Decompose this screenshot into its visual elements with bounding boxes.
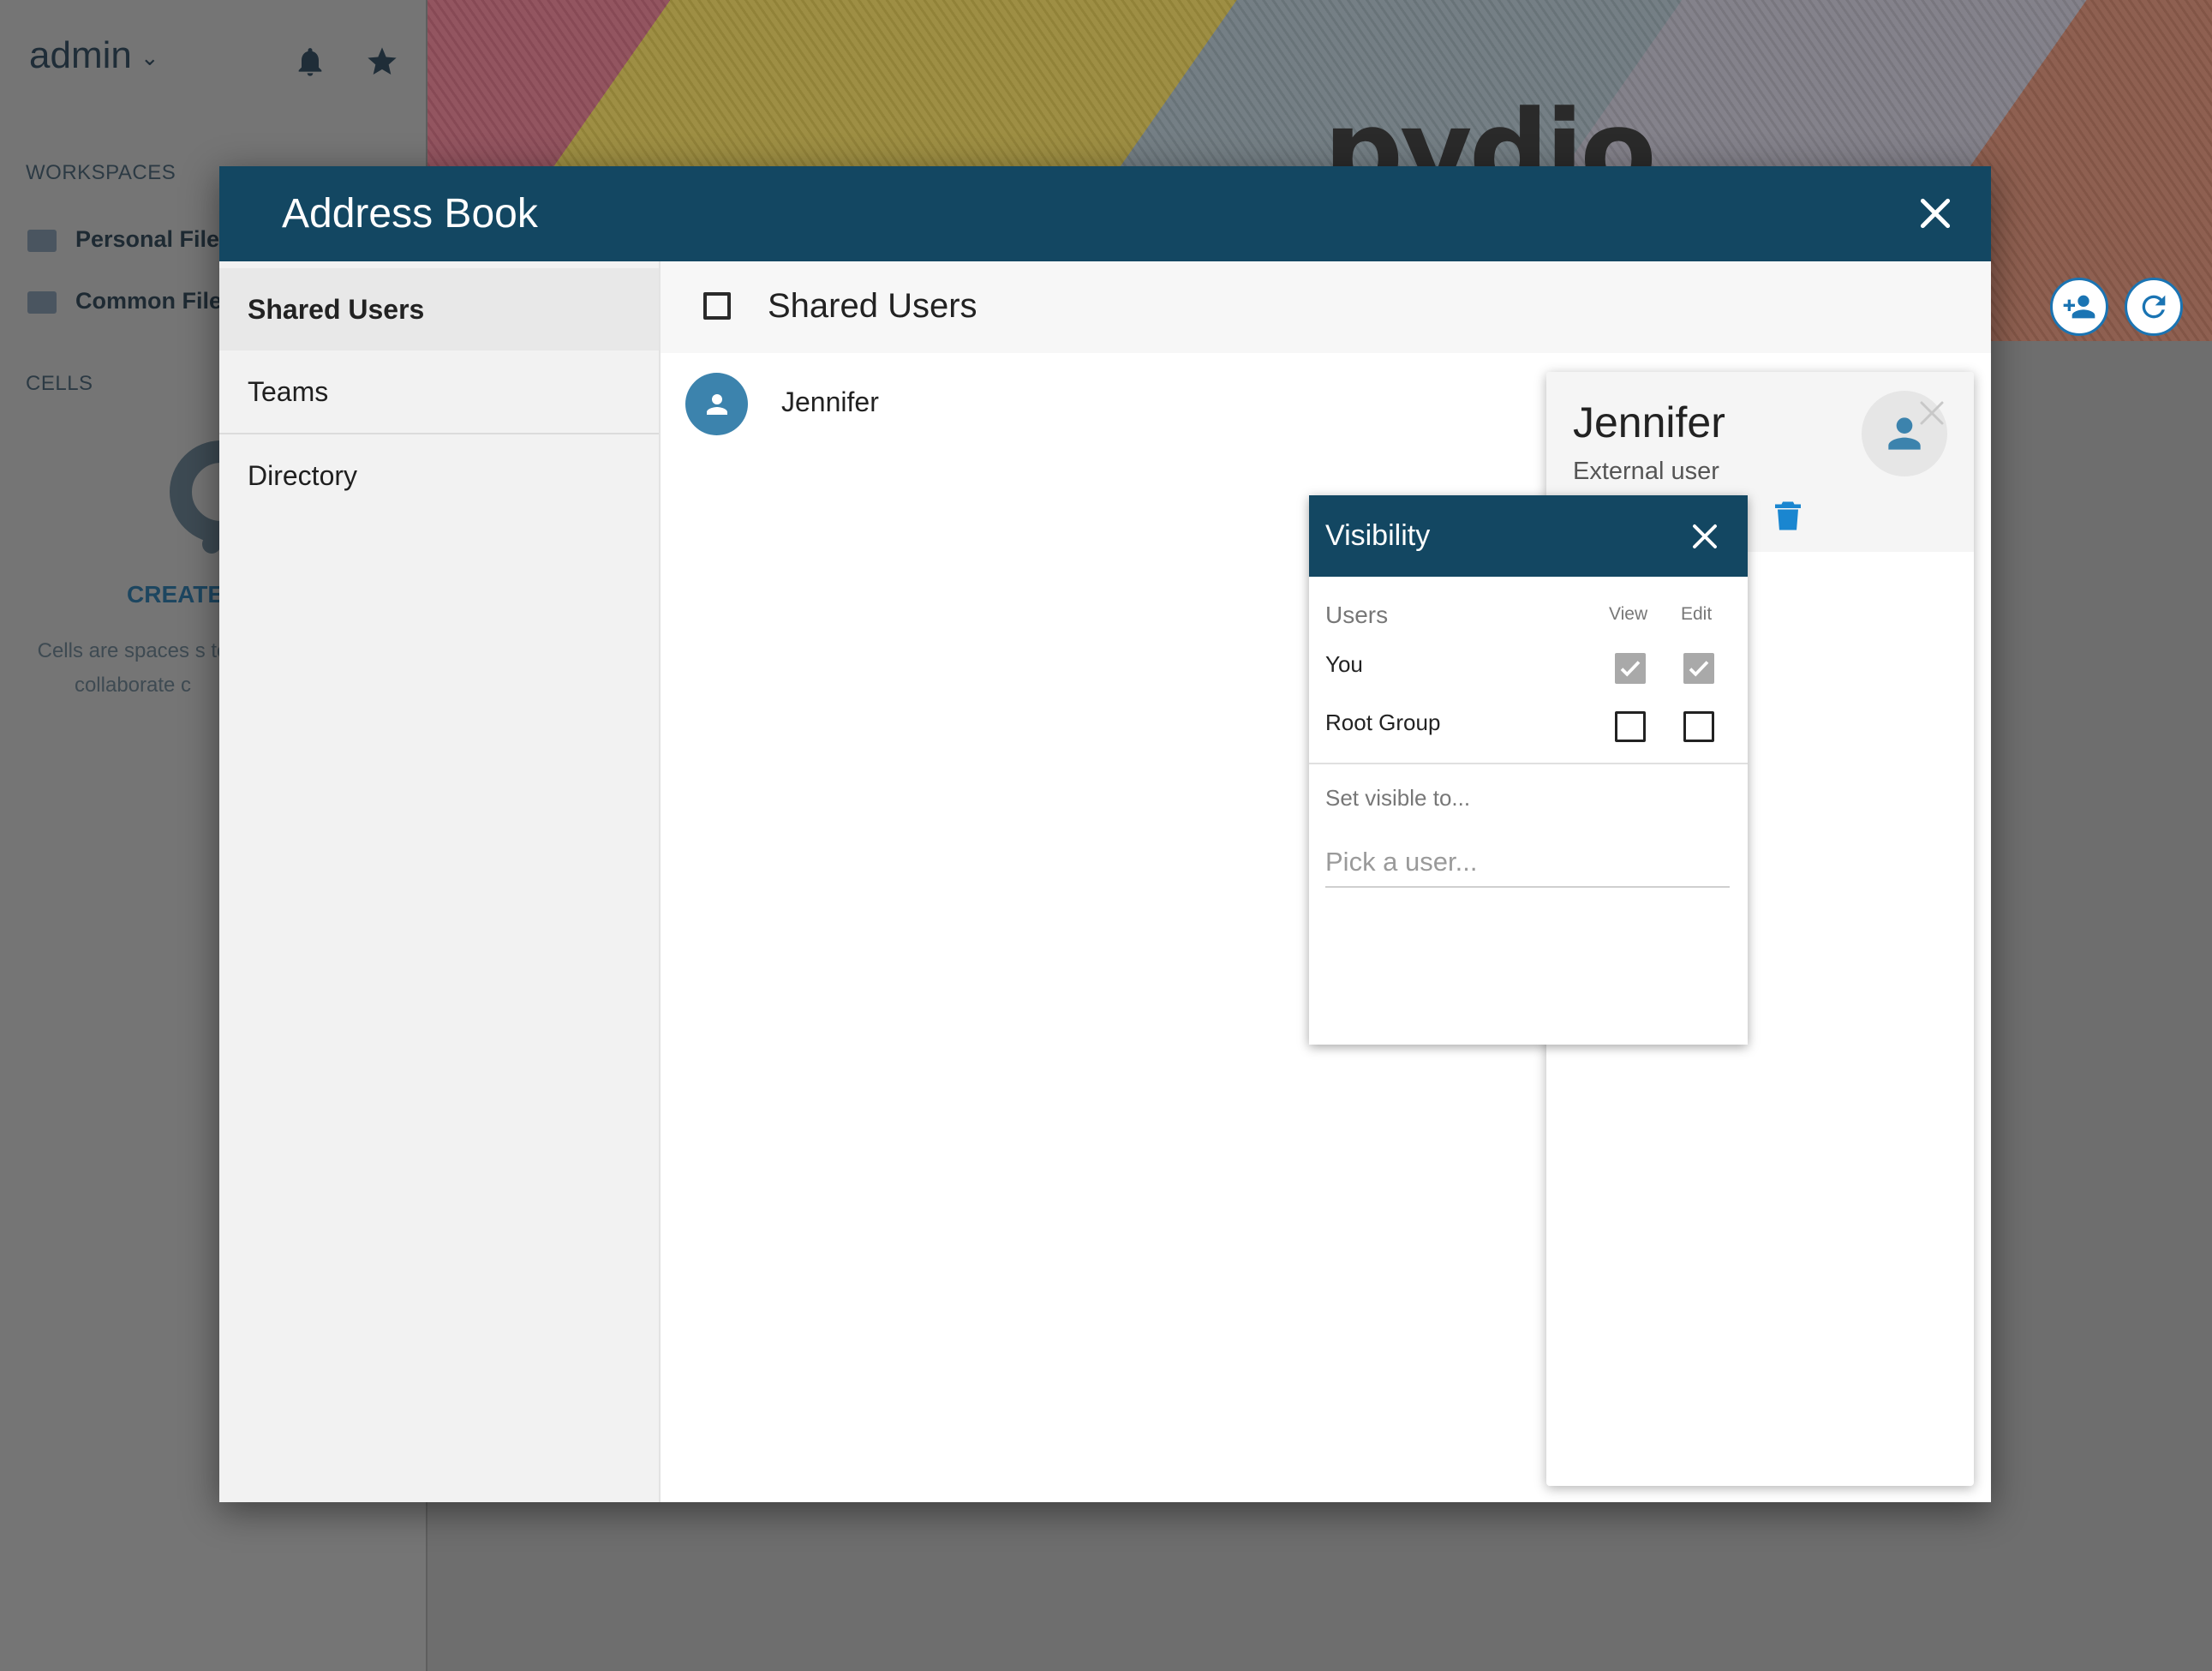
delete-icon[interactable] (1775, 500, 1801, 531)
user-picker-input[interactable] (1325, 838, 1730, 888)
folder-icon (27, 290, 57, 314)
refresh-icon (2142, 295, 2166, 319)
close-icon[interactable] (1914, 192, 1957, 235)
list-toolbar: Shared Users (661, 261, 2183, 353)
create-cell-button[interactable]: CREATE (127, 581, 224, 608)
view-checkbox[interactable] (1615, 711, 1646, 742)
cells-description: Cells are spaces s to collaborate c (37, 639, 229, 697)
workspace-personal-files[interactable]: Personal Files (27, 226, 232, 253)
divider (1309, 763, 1748, 764)
edit-checkbox[interactable] (1683, 711, 1714, 742)
select-all-checkbox[interactable] (703, 292, 731, 320)
nav-item-directory[interactable]: Directory (219, 434, 659, 517)
visibility-header: Visibility (1309, 495, 1748, 577)
card-user-name: Jennifer (1573, 398, 1725, 446)
address-book-nav: Shared Users Teams Directory (219, 261, 661, 1502)
card-user-type: External user (1573, 458, 1719, 485)
close-icon[interactable] (1689, 521, 1720, 552)
bell-icon[interactable] (293, 45, 327, 79)
edit-checkbox[interactable] (1683, 653, 1714, 684)
refresh-button[interactable] (2125, 278, 2183, 336)
visibility-row-label: You (1325, 651, 1363, 677)
list-title: Shared Users (768, 287, 977, 325)
person-icon (706, 393, 727, 415)
visibility-title: Visibility (1325, 519, 1431, 552)
dialog-header: Address Book (219, 166, 1991, 261)
folder-icon (27, 229, 57, 252)
nav-item-shared-users[interactable]: Shared Users (219, 268, 659, 350)
visibility-row-label: Root Group (1325, 710, 1441, 735)
visibility-popover: Visibility Users View Edit You Root Grou… (1309, 495, 1748, 1045)
chevron-down-icon: ⌄ (140, 44, 159, 70)
edit-column-label: Edit (1681, 604, 1713, 624)
workspaces-heading: WORKSPACES (26, 161, 176, 184)
users-column-label: Users (1325, 602, 1389, 628)
user-menu[interactable]: admin ⌄ (29, 34, 159, 77)
person-add-icon (2063, 295, 2095, 319)
add-user-button[interactable] (2050, 278, 2108, 336)
close-icon[interactable] (1916, 398, 1947, 428)
view-checkbox[interactable] (1615, 653, 1646, 684)
checkmark-icon (1620, 661, 1641, 677)
view-column-label: View (1609, 604, 1648, 624)
avatar (685, 373, 748, 435)
dialog-title: Address Book (282, 191, 538, 237)
username: admin (29, 34, 132, 76)
star-icon[interactable] (365, 45, 399, 79)
nav-item-teams[interactable]: Teams (219, 350, 659, 433)
cells-logo-dot (202, 535, 221, 554)
set-visible-hint: Set visible to... (1325, 785, 1471, 811)
workspace-common-files[interactable]: Common Files (27, 288, 235, 314)
checkmark-icon (1689, 661, 1709, 677)
user-name: Jennifer (781, 386, 879, 417)
cells-heading: CELLS (26, 372, 93, 395)
